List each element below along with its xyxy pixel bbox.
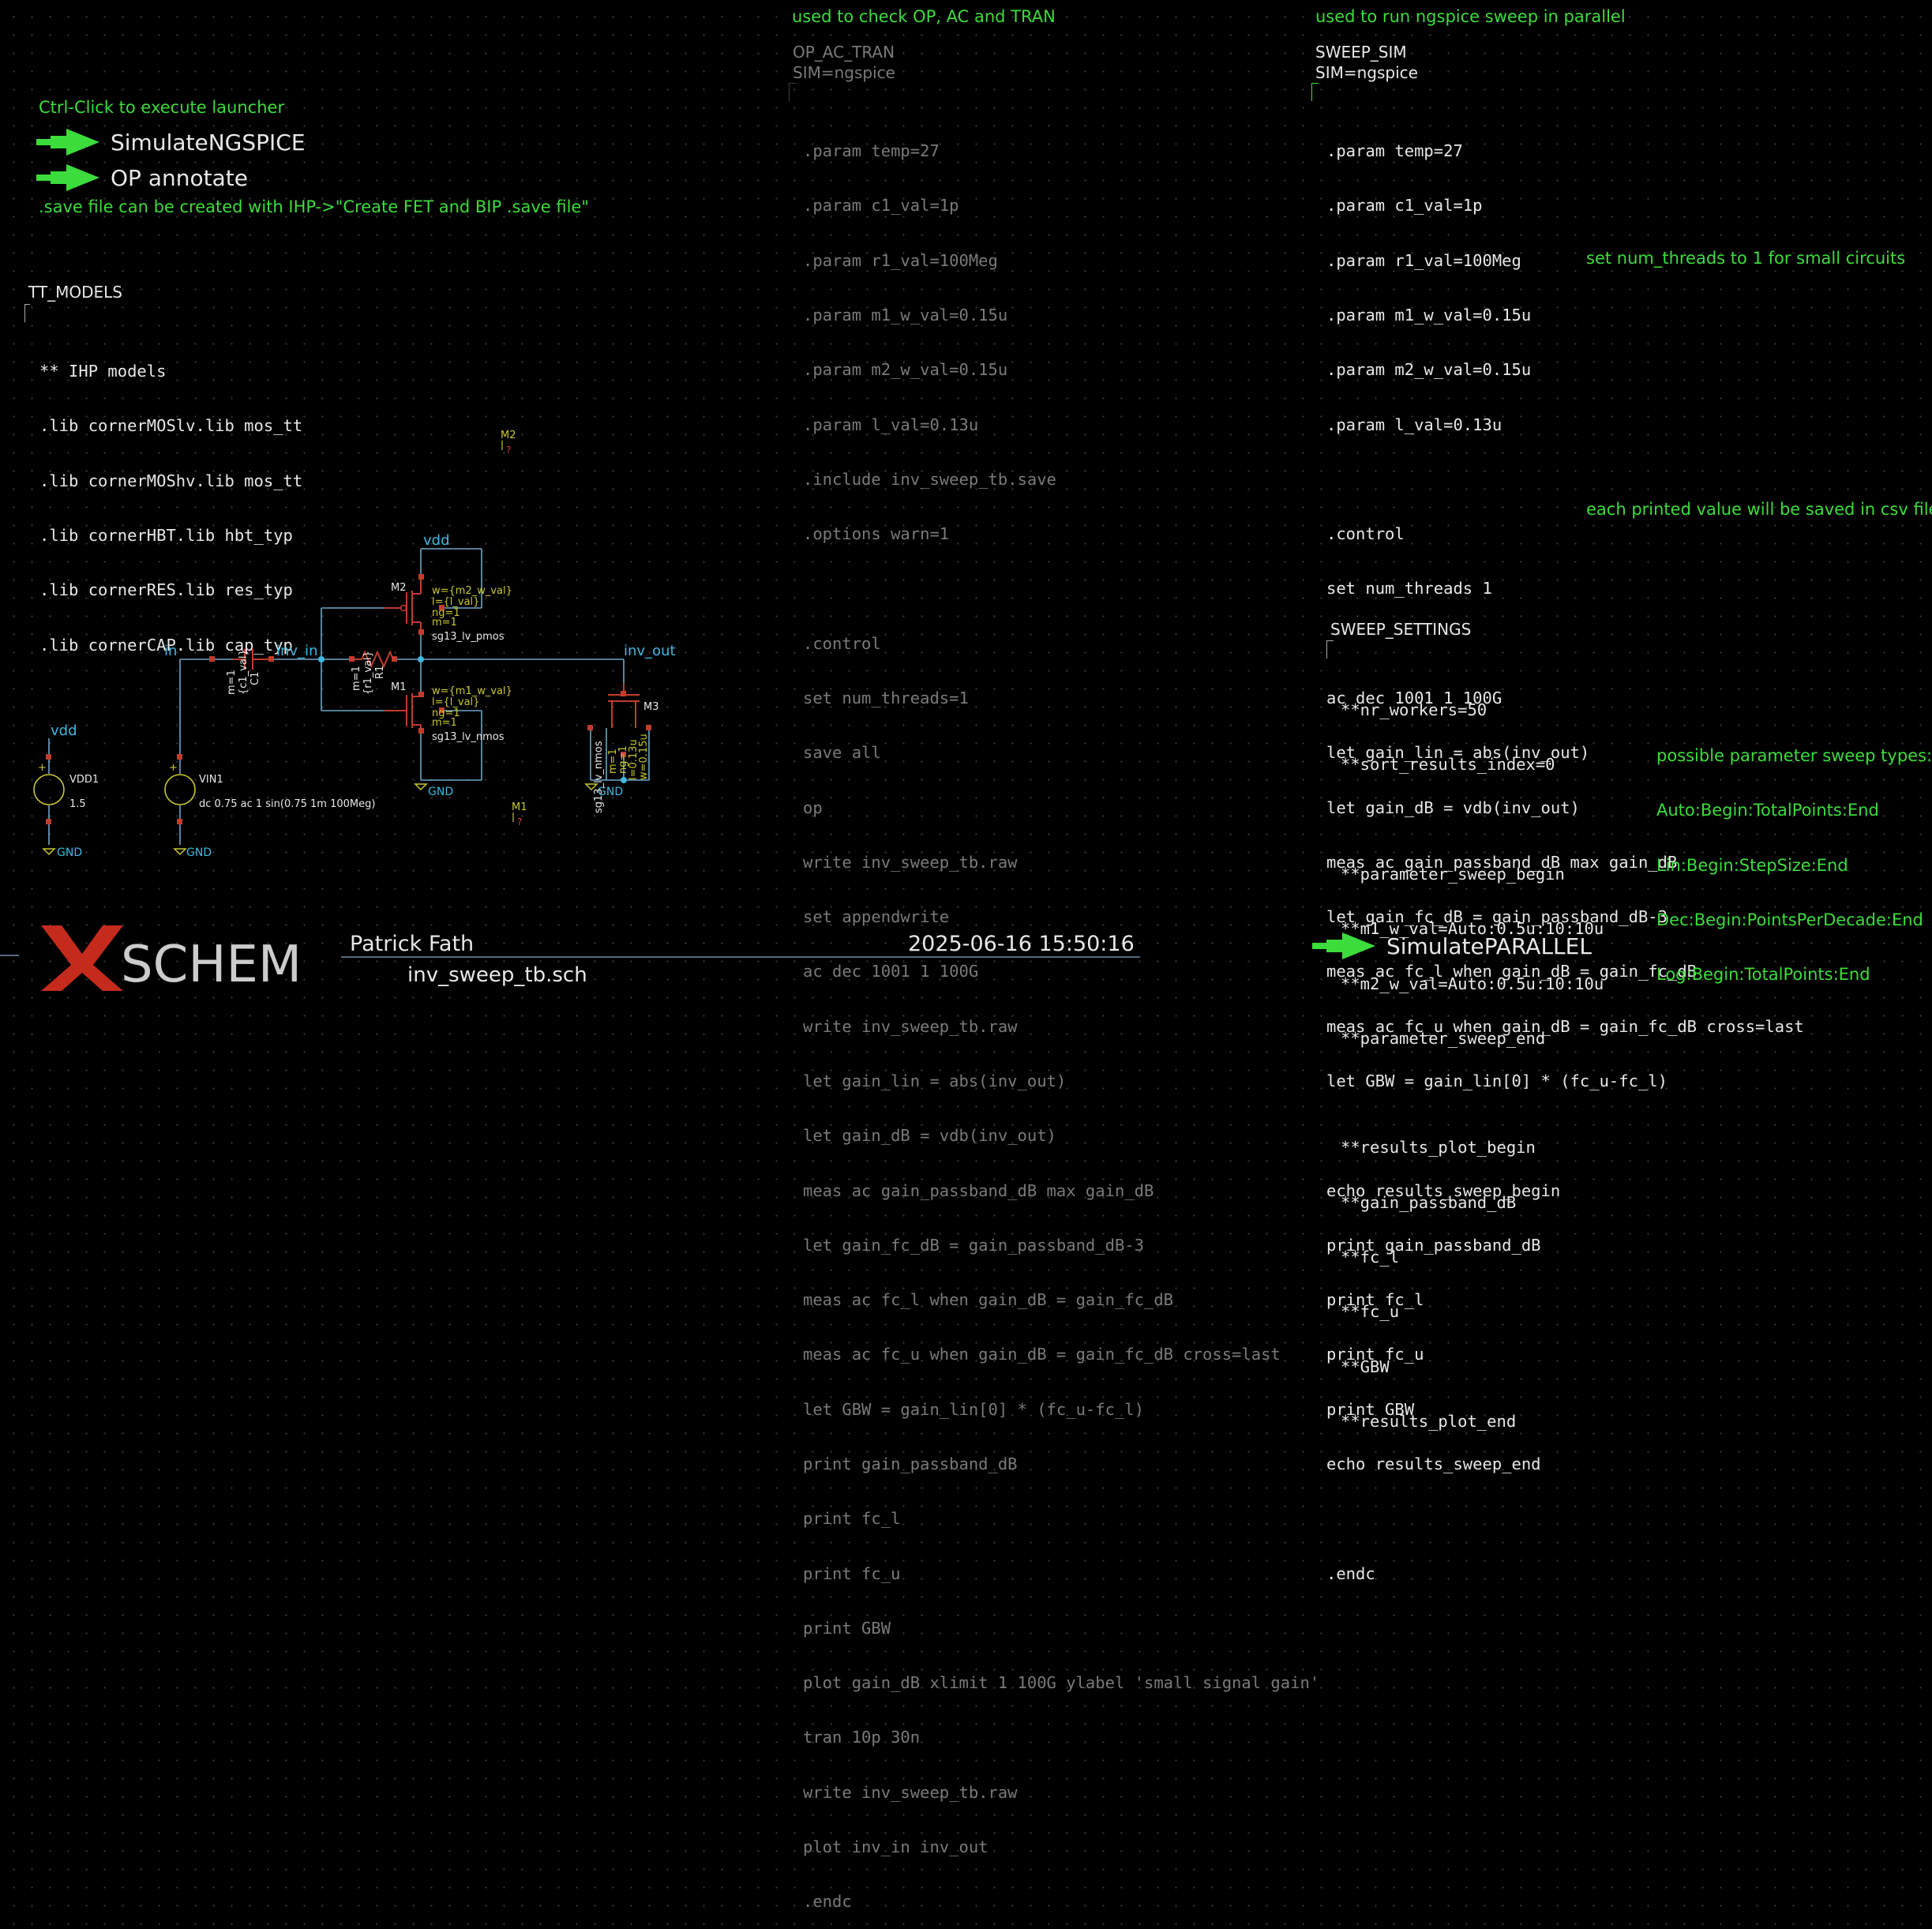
m3-model: sg13_lv_nmos [593, 741, 605, 813]
code-line: **gain_passband_dB [1341, 1192, 1517, 1212]
gnd-label: GND [428, 786, 453, 798]
code-line: echo results_sweep_end [1326, 1454, 1541, 1473]
code-line: **fc_l [1341, 1248, 1400, 1267]
code-line: write inv_sweep_tb.raw [803, 1016, 1018, 1036]
capacitor-c1[interactable]: m=1 {c1_val} C1 [209, 649, 274, 695]
vin1-name: VIN1 [199, 774, 223, 786]
m1-model: sg13_lv_nmos [432, 731, 505, 743]
r1-val: {r1_val} [362, 651, 374, 695]
m2-w: w={m2_w_val} [432, 585, 512, 597]
resistor-r1[interactable]: m=1 {r1_val} R1 [349, 650, 397, 695]
m2-name: M2 [391, 582, 407, 594]
schematic-canvas[interactable]: vdd in inv_in inv_out vdd GND GND GND GN… [0, 0, 1932, 995]
m1-l: l={l_val} [432, 696, 479, 708]
plus-sign: + [169, 762, 178, 774]
m2-m: m=1 [432, 617, 457, 629]
code-line: meas ac fc_u when gain_dB = gain_fc_dB c… [803, 1345, 1281, 1364]
vdd1-name: VDD1 [69, 774, 99, 786]
code-line: let gain_fc_dB = gain_passband_dB-3 [803, 1235, 1144, 1255]
gnd-label: GND [57, 846, 82, 859]
filename: inv_sweep_tb.sch [407, 963, 587, 987]
unresolved-m2-name: M2 [501, 430, 516, 441]
c1-m: m=1 [226, 670, 238, 695]
r1-name: R1 [374, 666, 386, 679]
m1-w: w={m1_w_val} [432, 685, 512, 697]
m3-w: w=0.15u [638, 734, 650, 780]
net-label-vdd-left[interactable]: vdd [51, 722, 77, 739]
vdd1-value: 1.5 [69, 798, 86, 810]
voltage-source-vin1[interactable]: + VIN1 dc 0.75 ac 1 sin(0.75 1m 100Meg) [164, 754, 375, 856]
code-line: .endc [803, 1892, 852, 1912]
voltage-source-vdd1[interactable]: + VDD1 1.5 [33, 754, 99, 856]
unresolved-m1-name: M1 [512, 801, 527, 813]
code-line: **results_plot_begin [1341, 1138, 1536, 1158]
unresolved-m2[interactable]: M2 ? [501, 430, 516, 456]
code-line: plot gain_dB xlimit 1 100G ylabel 'small… [803, 1673, 1320, 1693]
ground-icon [414, 783, 428, 791]
code-line: **GBW [1341, 1357, 1390, 1376]
code-line: let gain_dB = vdb(inv_out) [803, 1126, 1056, 1146]
net-label-in[interactable]: in [164, 643, 177, 659]
nmos-m3[interactable]: M3 sg13_lv_nmos m=1 ng=1 l=0.13u w=0.15u [587, 683, 659, 813]
c1-name: C1 [249, 672, 261, 685]
title-block: SCHEM Patrick Fath 2025-06-16 15:50:16 i… [0, 925, 1140, 994]
vin1-value: dc 0.75 ac 1 sin(0.75 1m 100Meg) [199, 798, 375, 810]
code-line: **results_plot_end [1341, 1411, 1517, 1431]
code-line: .endc [1326, 1563, 1375, 1583]
logo-text: SCHEM [121, 936, 302, 994]
code-line: print fc_u [803, 1563, 901, 1583]
author: Patrick Fath [350, 932, 474, 956]
ground-icon [173, 848, 187, 856]
xschem-logo-icon [41, 925, 123, 991]
net-label-inv-out[interactable]: inv_out [624, 643, 676, 659]
unresolved-m1-q: ? [517, 816, 522, 828]
m2-l: l={l_val} [432, 596, 479, 608]
code-line: write inv_sweep_tb.raw [803, 1782, 1018, 1802]
code-line: **parameter_sweep_end [1341, 1028, 1546, 1048]
r1-m: m=1 [351, 666, 362, 691]
code-line: plot inv_in inv_out [803, 1837, 989, 1856]
net-label-vdd[interactable]: vdd [423, 532, 450, 549]
code-line: **fc_u [1341, 1302, 1400, 1322]
pmos-m2[interactable]: M2 w={m2_w_val} l={l_val} ng=1 m=1 sg13_… [385, 574, 512, 643]
c1-val: {c1_val} [238, 649, 249, 695]
plus-sign: + [38, 762, 47, 774]
unresolved-m2-q: ? [506, 445, 511, 456]
ground-icon [42, 848, 56, 856]
unresolved-m1[interactable]: M1 ? [512, 801, 527, 828]
net-label-inv-in[interactable]: inv_in [276, 643, 317, 659]
code-line: meas ac gain_passband_dB max gain_dB [803, 1180, 1154, 1200]
nmos-m1[interactable]: M1 w={m1_w_val} l={l_val} ng=1 m=1 sg13_… [385, 681, 512, 743]
m1-m: m=1 [432, 717, 457, 729]
code-line: let GBW = gain_lin[0] * (fc_u-fc_l) [803, 1399, 1144, 1419]
code-line: print fc_l [803, 1509, 901, 1529]
datetime: 2025-06-16 15:50:16 [908, 932, 1135, 956]
gnd-label: GND [186, 846, 212, 859]
code-line: tran 10p 30n [803, 1728, 921, 1747]
code-line: print GBW [803, 1618, 891, 1638]
m1-name: M1 [391, 681, 407, 693]
code-line: print gain_passband_dB [803, 1454, 1018, 1473]
code-line: meas ac fc_l when gain_dB = gain_fc_dB [803, 1290, 1173, 1310]
m3-name: M3 [643, 701, 659, 713]
code-line: let gain_lin = abs(inv_out) [803, 1071, 1067, 1090]
m2-model: sg13_lv_pmos [432, 631, 505, 643]
